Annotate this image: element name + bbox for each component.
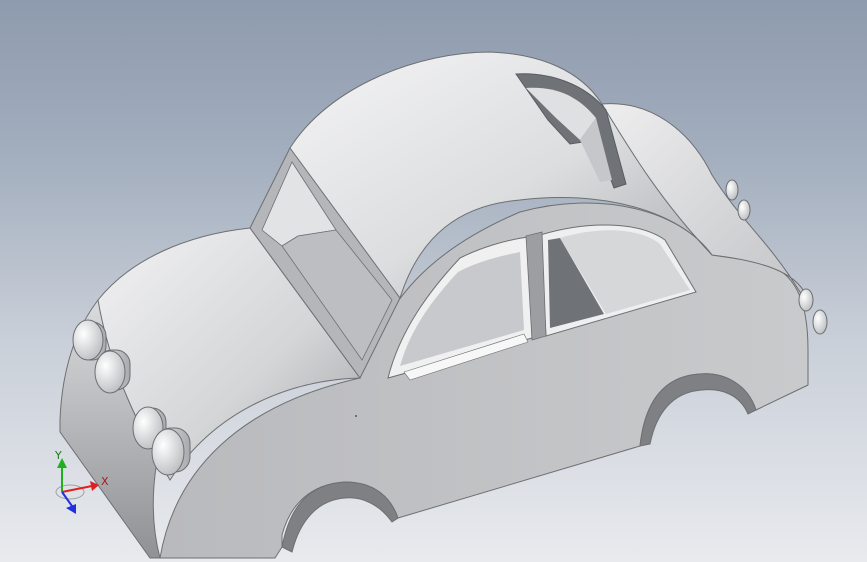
taillight-upper-2 <box>737 199 751 221</box>
y-axis-label: Y <box>54 449 62 462</box>
car-body-model[interactable] <box>0 0 867 562</box>
headlight-lower-right <box>151 427 191 476</box>
taillight-lower-2 <box>812 309 828 335</box>
x-axis-arrow <box>90 481 99 491</box>
x-axis-line <box>61 485 93 493</box>
headlight-upper-left <box>72 319 107 361</box>
taillight-upper-1 <box>725 179 739 201</box>
coordinate-triad: Y X <box>54 449 109 514</box>
taillight-lower-1 <box>798 288 814 312</box>
headlight-lower-left <box>94 349 131 394</box>
x-axis-label: X <box>101 475 109 488</box>
3d-viewport[interactable]: Y X <box>0 0 867 562</box>
